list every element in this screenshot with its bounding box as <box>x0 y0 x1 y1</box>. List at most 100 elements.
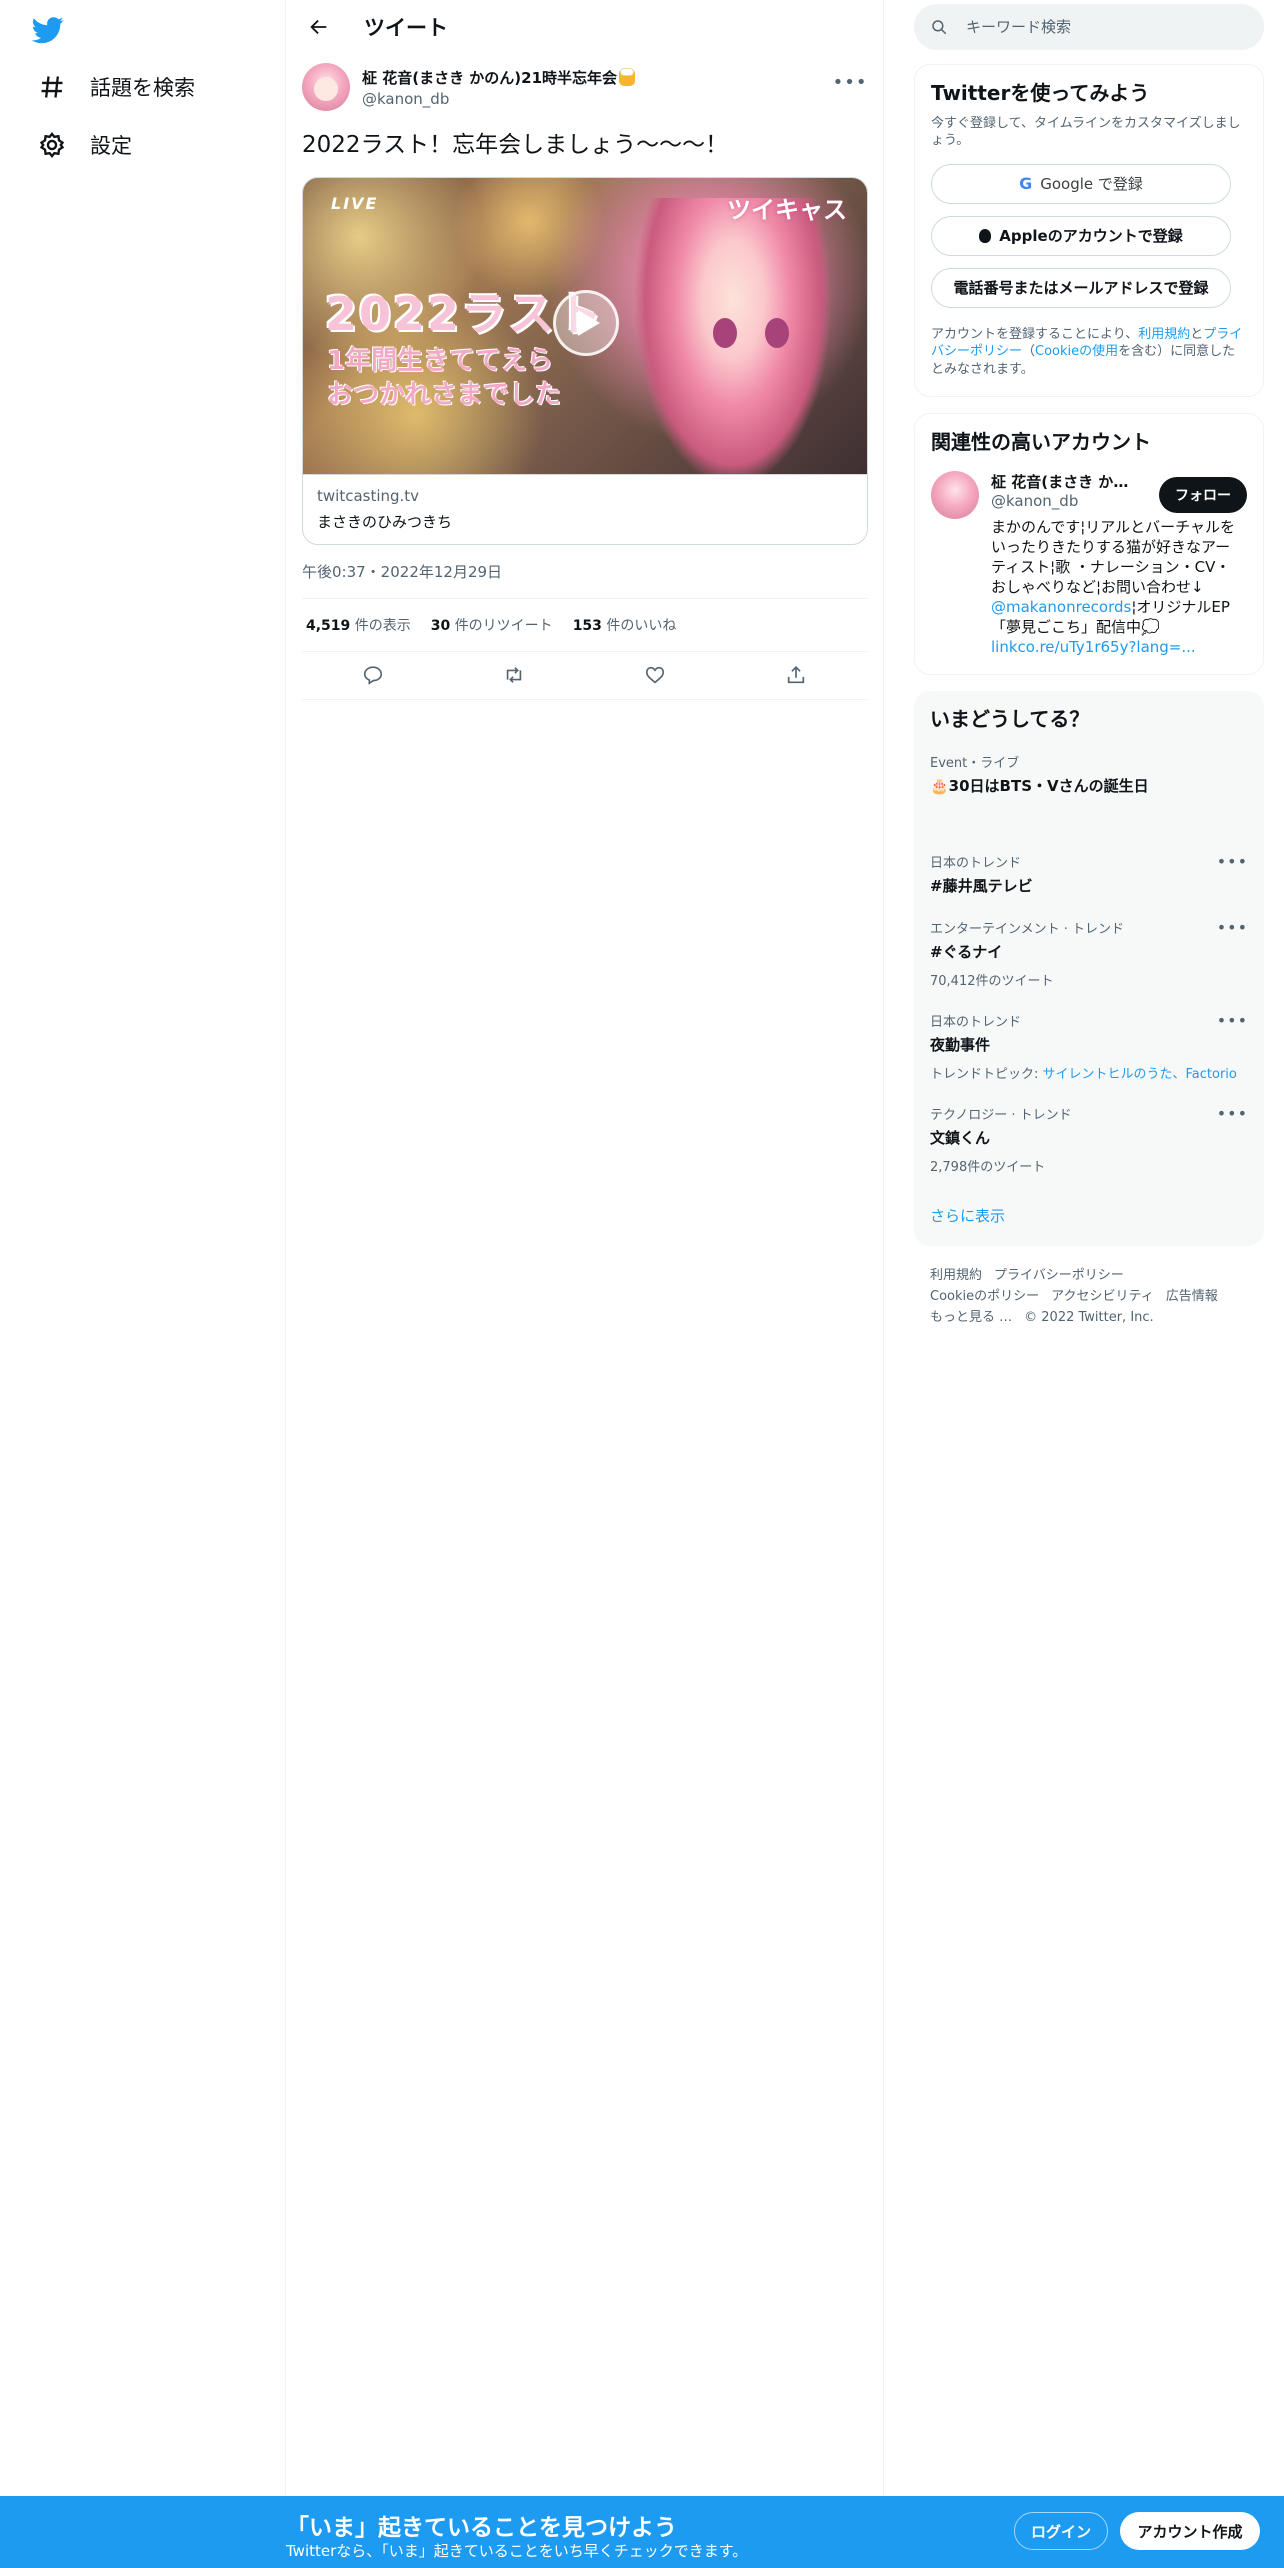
card-info: twitcasting.tv まさきのひみつきち <box>303 473 867 544</box>
search-input[interactable] <box>966 18 1246 36</box>
terms-link[interactable]: 利用規約 <box>1138 327 1190 342</box>
tweet-detail: 柾 花音(まさき かのん)21時半忘年会 @kanon_db ••• 2022ラ… <box>286 53 883 700</box>
author-avatar[interactable] <box>302 63 350 111</box>
search-icon <box>932 20 947 35</box>
author-display-name-text: 柾 花音(まさき かのん)21時半忘年会 <box>362 69 618 87</box>
tweet-stats: 4,519 件の表示 30 件のリツイート 153 件のいいね <box>302 599 867 652</box>
share-button[interactable] <box>777 656 815 694</box>
trend-item[interactable]: 日本のトレンド 夜勤事件 トレンドトピック: サイレントヒルのうた、Factor… <box>930 1011 1248 1082</box>
trend-meta: 日本のトレンド <box>930 855 1022 871</box>
relevant-account-avatar[interactable] <box>931 471 979 520</box>
banner-login-button[interactable]: ログイン <box>1014 2512 1108 2550</box>
trend-name: #ぐるナイ <box>930 942 1003 961</box>
reply-button[interactable] <box>354 656 392 694</box>
trend-item[interactable]: 日本のトレンド #藤井風テレビ ••• <box>930 852 1248 896</box>
bio-text-1: まかのんです¦リアルとバーチャルをいったりきたりする猫が好きなアーティスト¦歌 … <box>991 518 1236 597</box>
share-upload-icon <box>788 666 805 684</box>
card-overlay-line2: 1年間生きててえら <box>327 345 554 376</box>
banner-subtitle: Twitterなら、「いま」起きていることをいち早くチェックできます。 <box>286 2542 748 2560</box>
likes-label: 件のいいね <box>606 617 677 634</box>
gear-icon <box>39 132 65 158</box>
bio-link-makanonrecords[interactable]: @makanonrecords <box>991 598 1131 616</box>
footer-privacy-link[interactable]: プライバシーポリシー <box>994 1268 1124 1283</box>
tweet-timestamp[interactable]: 午後0:37・2022年12月29日 <box>302 561 867 599</box>
relevant-account-bio: まかのんです¦リアルとバーチャルをいったりきたりする猫が好きなアーティスト¦歌 … <box>991 518 1241 658</box>
footer-accessibility-link[interactable]: アクセシビリティ <box>1051 1289 1154 1304</box>
trend-item[interactable]: テクノロジー · トレンド 文鎮くん 2,798件のツイート ••• <box>930 1104 1248 1175</box>
signup-panel-subtitle: 今すぐ登録して、タイムラインをカスタマイズしましょう。 <box>931 116 1241 148</box>
footer-terms-link[interactable]: 利用規約 <box>930 1268 982 1283</box>
trend-more-icon[interactable]: ••• <box>1217 1011 1248 1030</box>
card-overlay-line3: おつかれさまでした <box>327 379 562 410</box>
trends-show-more-link[interactable]: さらに表示 <box>930 1205 1005 1226</box>
page-title: ツイート <box>364 15 448 40</box>
footer-ads-link[interactable]: 広告情報 <box>1166 1289 1218 1304</box>
footer-more-link[interactable]: もっと見る … <box>930 1310 1012 1325</box>
google-signup-button[interactable]: G Google で登録 <box>931 163 1231 204</box>
author-handle[interactable]: @kanon_db <box>362 90 635 108</box>
views-count: 4,519 <box>306 617 351 634</box>
tweet-actions <box>302 652 867 700</box>
trend-event[interactable]: Event・ライブ 🎂30日はBTS・Vさんの誕生日 <box>930 752 1248 796</box>
nav-item-settings[interactable]: 設定 <box>22 117 148 173</box>
retweet-icon <box>506 667 522 684</box>
tweet-author-row: 柾 花音(まさき かのん)21時半忘年会 @kanon_db ••• <box>302 63 867 111</box>
cookie-use-link[interactable]: Cookieの使用 <box>1035 344 1118 359</box>
footer-cookie-link[interactable]: Cookieのポリシー <box>930 1289 1039 1304</box>
trend-item[interactable]: エンターテインメント · トレンド #ぐるナイ 70,412件のツイート ••• <box>930 918 1248 989</box>
phone-email-signup-button[interactable]: 電話番号またはメールアドレスで登録 <box>931 267 1231 308</box>
trend-topics-link[interactable]: サイレントヒルのうた、Factorio <box>1043 1067 1237 1082</box>
sidebar-footer: 利用規約 プライバシーポリシー Cookieのポリシー アクセシビリティ 広告情報 も… <box>914 1266 1264 1328</box>
follow-button[interactable]: フォロー <box>1159 477 1247 514</box>
likes-stat[interactable]: 153 件のいいね <box>573 615 677 635</box>
hashtag-icon <box>41 76 63 98</box>
views-label: 件の表示 <box>354 617 411 634</box>
relevant-accounts-panel: 関連性の高いアカウント 柾 花音(まさき かのん) @kanon_db まかのん… <box>914 413 1264 675</box>
more-dots-icon: ••• <box>832 71 868 93</box>
views-stat[interactable]: 4,519 件の表示 <box>306 615 411 635</box>
apple-signup-button[interactable]: Appleのアカウントで登録 <box>931 215 1231 256</box>
trend-name: #藤井風テレビ <box>930 876 1033 895</box>
retweet-button[interactable] <box>495 656 533 694</box>
card-character-eye <box>713 317 737 348</box>
right-sidebar: Twitterを使ってみよう 今すぐ登録して、タイムラインをカスタマイズしましょ… <box>914 0 1264 1328</box>
live-badge: LIVE <box>331 193 379 213</box>
like-button[interactable] <box>636 656 674 694</box>
card-title: まさきのひみつきち <box>317 512 453 531</box>
back-button[interactable] <box>302 10 336 44</box>
retweets-stat[interactable]: 30 件のリツイート <box>431 615 553 635</box>
google-signup-label: Google で登録 <box>1040 175 1143 194</box>
bottom-signup-banner: 「いま」起きていることを見つけよう Twitterなら、「いま」起きていることを… <box>0 2496 1284 2568</box>
play-video-button[interactable] <box>553 289 619 356</box>
card-media-thumbnail[interactable]: LIVE ツイキャス 2022ラスト 1年間生きててえら おつかれさまでした <box>303 177 867 474</box>
nav-label-explore: 話題を検索 <box>90 76 195 100</box>
trend-name: 🎂30日はBTS・Vさんの誕生日 <box>930 776 1149 795</box>
link-card[interactable]: LIVE ツイキャス 2022ラスト 1年間生きててえら おつかれさまでした t… <box>302 176 868 545</box>
signup-panel-title: Twitterを使ってみよう <box>931 81 1150 105</box>
trend-topics: トレンドトピック: サイレントヒルのうた、Factorio <box>930 1063 1248 1082</box>
author-display-name[interactable]: 柾 花音(まさき かのん)21時半忘年会 <box>362 67 636 88</box>
banner-signup-button[interactable]: アカウント作成 <box>1120 2512 1260 2550</box>
bio-link-linkcore[interactable]: linkco.re/uTy1r65y?lang=... <box>991 638 1196 656</box>
heart-icon <box>646 667 665 684</box>
relevant-account-name[interactable]: 柾 花音(まさき かのん) <box>991 471 1141 492</box>
left-navigation: 話題を検索 設定 <box>0 0 286 2568</box>
twitcasting-brand-mark: ツイキャス <box>727 195 847 224</box>
trend-more-icon[interactable]: ••• <box>1217 1104 1248 1123</box>
nav-item-explore[interactable]: 話題を検索 <box>22 59 211 115</box>
tweet-more-button[interactable]: ••• <box>833 65 867 99</box>
trend-meta: テクノロジー · トレンド <box>930 1107 1072 1123</box>
reply-bubble-icon <box>363 666 382 686</box>
main-header: ツイート <box>286 0 883 53</box>
trend-meta: Event・ライブ <box>930 755 1020 771</box>
relevant-account-row[interactable]: 柾 花音(まさき かのん) @kanon_db まかのんです¦リアルとバーチャル… <box>931 471 1247 658</box>
trend-more-icon[interactable]: ••• <box>1217 852 1248 871</box>
signup-terms: アカウントを登録することにより、利用規約とプライバシーポリシー（Cookieの使… <box>931 326 1247 379</box>
trend-name: 文鎮くん <box>930 1128 991 1147</box>
banner-title: 「いま」起きていることを見つけよう <box>286 2515 677 2541</box>
twitter-bird-icon[interactable] <box>32 14 64 46</box>
tweet-text: 2022ラスト！忘年会しましょう～～～！ <box>302 132 729 158</box>
search-box[interactable] <box>914 4 1264 50</box>
trend-more-icon[interactable]: ••• <box>1217 918 1248 937</box>
retweets-count: 30 <box>430 617 451 634</box>
